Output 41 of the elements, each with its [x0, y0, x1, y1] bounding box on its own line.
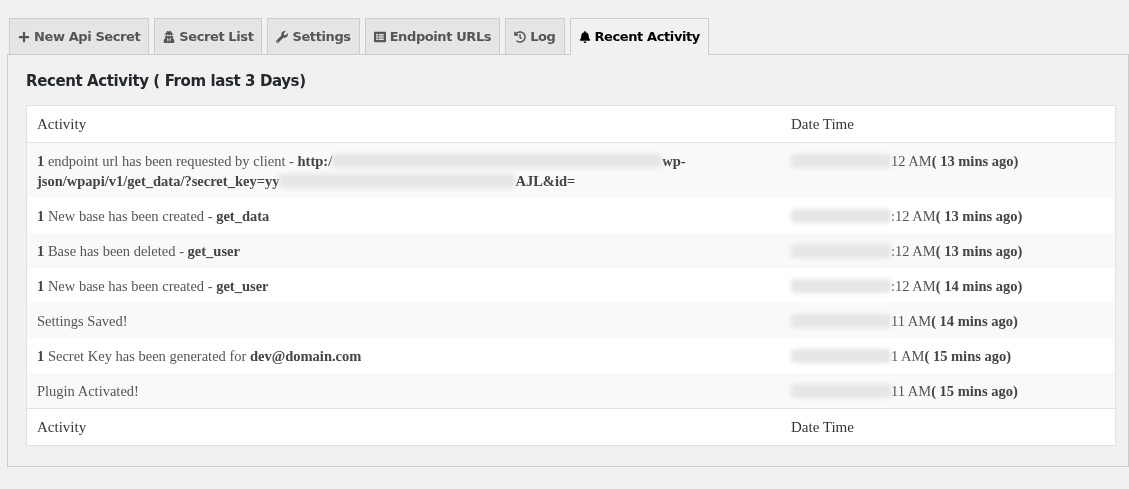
activity-text: Settings Saved!	[37, 312, 128, 331]
wrench-icon	[276, 30, 289, 43]
time-text: :12 AM	[891, 277, 936, 296]
time-text: 11 AM	[891, 382, 932, 401]
column-header: Date Time	[790, 115, 855, 134]
plus-icon	[18, 30, 30, 43]
activity-text: json/wpapi/v1/get_data/?secret_key=yy	[37, 172, 280, 191]
time-ago-text: ( 14 mins ago)	[931, 312, 1018, 331]
history-icon	[514, 30, 527, 43]
activity-text: 1 New base has been created - get_data	[37, 207, 270, 226]
time-ago-text: ( 15 mins ago)	[931, 382, 1018, 401]
time-ago-text: ( 14 mins ago)	[935, 277, 1023, 296]
column-footer: Date Time	[781, 409, 1115, 445]
activity-text: AJL&id=	[515, 172, 576, 191]
activity-text: Plugin Activated!	[37, 382, 139, 401]
activity-text: 1 endpoint url has been requested by client - http:/	[37, 152, 333, 171]
time-ago-text: ( 13 mins ago)	[935, 207, 1023, 226]
column-footer: Activity	[27, 409, 781, 445]
spy-icon	[163, 30, 176, 43]
time-text: 1 AM	[891, 347, 925, 366]
time-ago-text: ( 13 mins ago)	[931, 152, 1019, 171]
tab[interactable]: Recent Activity	[569, 18, 709, 55]
tab[interactable]: Log	[505, 18, 565, 55]
time-ago-text: ( 13 mins ago)	[935, 242, 1023, 261]
bell-icon	[578, 30, 591, 43]
time-text: :12 AM	[891, 242, 936, 261]
time-text: :12 AM	[891, 207, 936, 226]
activity-text: 1 Secret Key has been generated for dev@domain.com	[37, 347, 362, 366]
tab[interactable]: New Api Secret	[9, 18, 150, 55]
time-ago-text: ( 15 mins ago)	[924, 347, 1012, 366]
column-header: Activity	[36, 115, 88, 134]
list-icon	[373, 30, 386, 43]
activity-text: 1 Base has been deleted - get_user	[37, 242, 240, 261]
activity-text: 1 New base has been created - get_user	[37, 277, 269, 296]
tab[interactable]: Endpoint URLs	[364, 18, 501, 55]
activity-text: wp-	[662, 152, 686, 171]
time-text: 12 AM	[891, 152, 932, 171]
panel-title: Recent Activity ( From last 3 Days)	[26, 72, 307, 90]
tab[interactable]: Settings	[267, 18, 360, 55]
tab[interactable]: Secret List	[154, 18, 263, 55]
time-text: 11 AM	[891, 312, 932, 331]
